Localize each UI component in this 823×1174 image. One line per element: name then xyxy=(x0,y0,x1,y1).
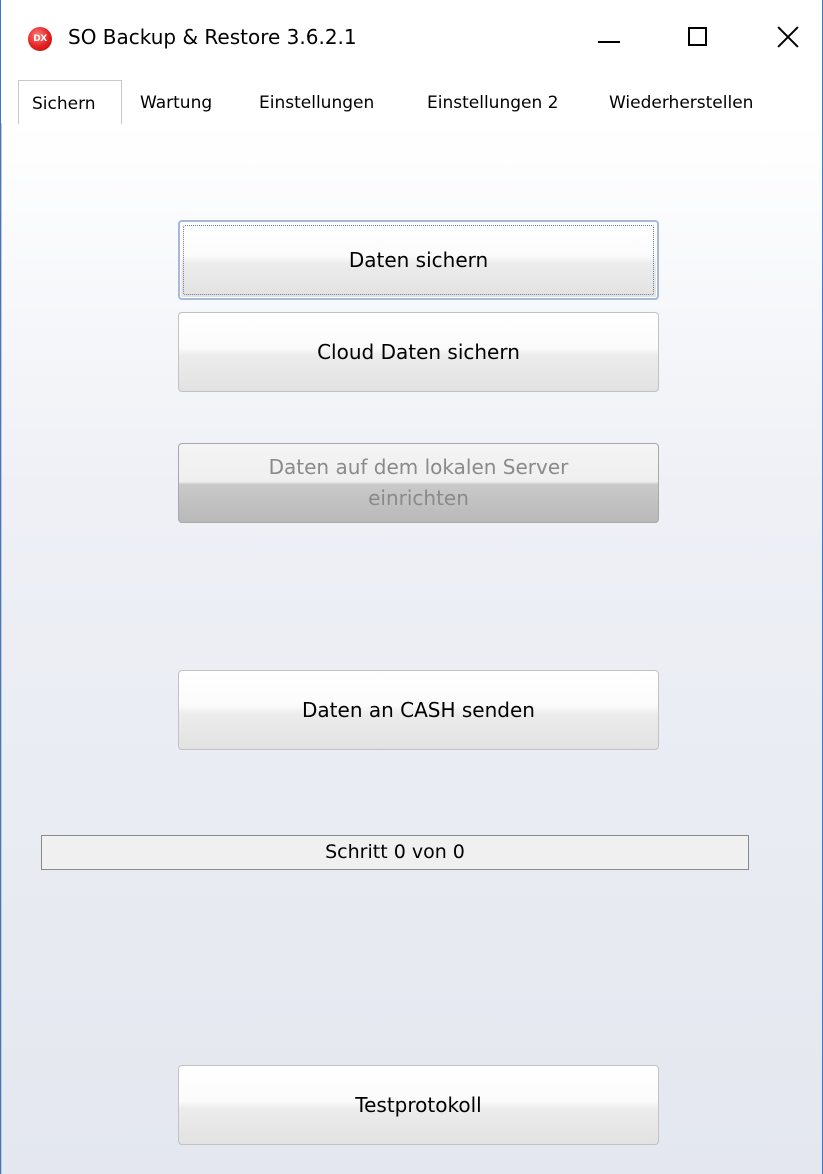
app-icon[interactable]: DX xyxy=(28,27,52,51)
close-icon xyxy=(776,25,800,49)
backup-data-label: Daten sichern xyxy=(348,248,489,272)
local-server-label-line2: einrichten xyxy=(368,486,469,510)
close-button[interactable] xyxy=(746,0,822,77)
tab-einstellungen-2[interactable]: Einstellungen 2 xyxy=(427,91,558,123)
tab-einstellungen[interactable]: Einstellungen xyxy=(259,91,374,123)
backup-data-button[interactable]: Daten sichern xyxy=(178,220,659,300)
tab-sichern[interactable]: Sichern xyxy=(18,80,122,124)
tab-bar: Sichern Wartung Einstellungen Einstellun… xyxy=(1,77,822,124)
test-log-label: Testprotokoll xyxy=(355,1093,482,1117)
send-to-cash-button[interactable]: Daten an CASH senden xyxy=(178,670,659,750)
minimize-icon xyxy=(598,41,620,43)
title-bar[interactable]: DX SO Backup & Restore 3.6.2.1 xyxy=(1,0,822,77)
local-server-setup-button: Daten auf dem lokalen Server einrichten xyxy=(178,443,659,523)
tab-wartung[interactable]: Wartung xyxy=(140,91,212,123)
progress-status: Schritt 0 von 0 xyxy=(41,835,749,870)
cloud-backup-button[interactable]: Cloud Daten sichern xyxy=(178,312,659,392)
window-title: SO Backup & Restore 3.6.2.1 xyxy=(68,25,357,49)
minimize-button[interactable] xyxy=(562,0,654,77)
cloud-backup-label: Cloud Daten sichern xyxy=(317,340,520,364)
tab-panel-sichern: Daten sichern Cloud Daten sichern Daten … xyxy=(1,123,822,1174)
app-window: DX SO Backup & Restore 3.6.2.1 Sichern W… xyxy=(0,0,823,1174)
progress-text: Schritt 0 von 0 xyxy=(325,841,465,863)
maximize-button[interactable] xyxy=(654,0,746,77)
maximize-icon xyxy=(688,27,707,46)
local-server-label-line1: Daten auf dem lokalen Server xyxy=(268,455,569,479)
send-to-cash-label: Daten an CASH senden xyxy=(302,698,535,722)
test-log-button[interactable]: Testprotokoll xyxy=(178,1065,659,1145)
tab-label: Sichern xyxy=(32,94,96,114)
tab-wiederherstellen[interactable]: Wiederherstellen xyxy=(609,91,753,123)
